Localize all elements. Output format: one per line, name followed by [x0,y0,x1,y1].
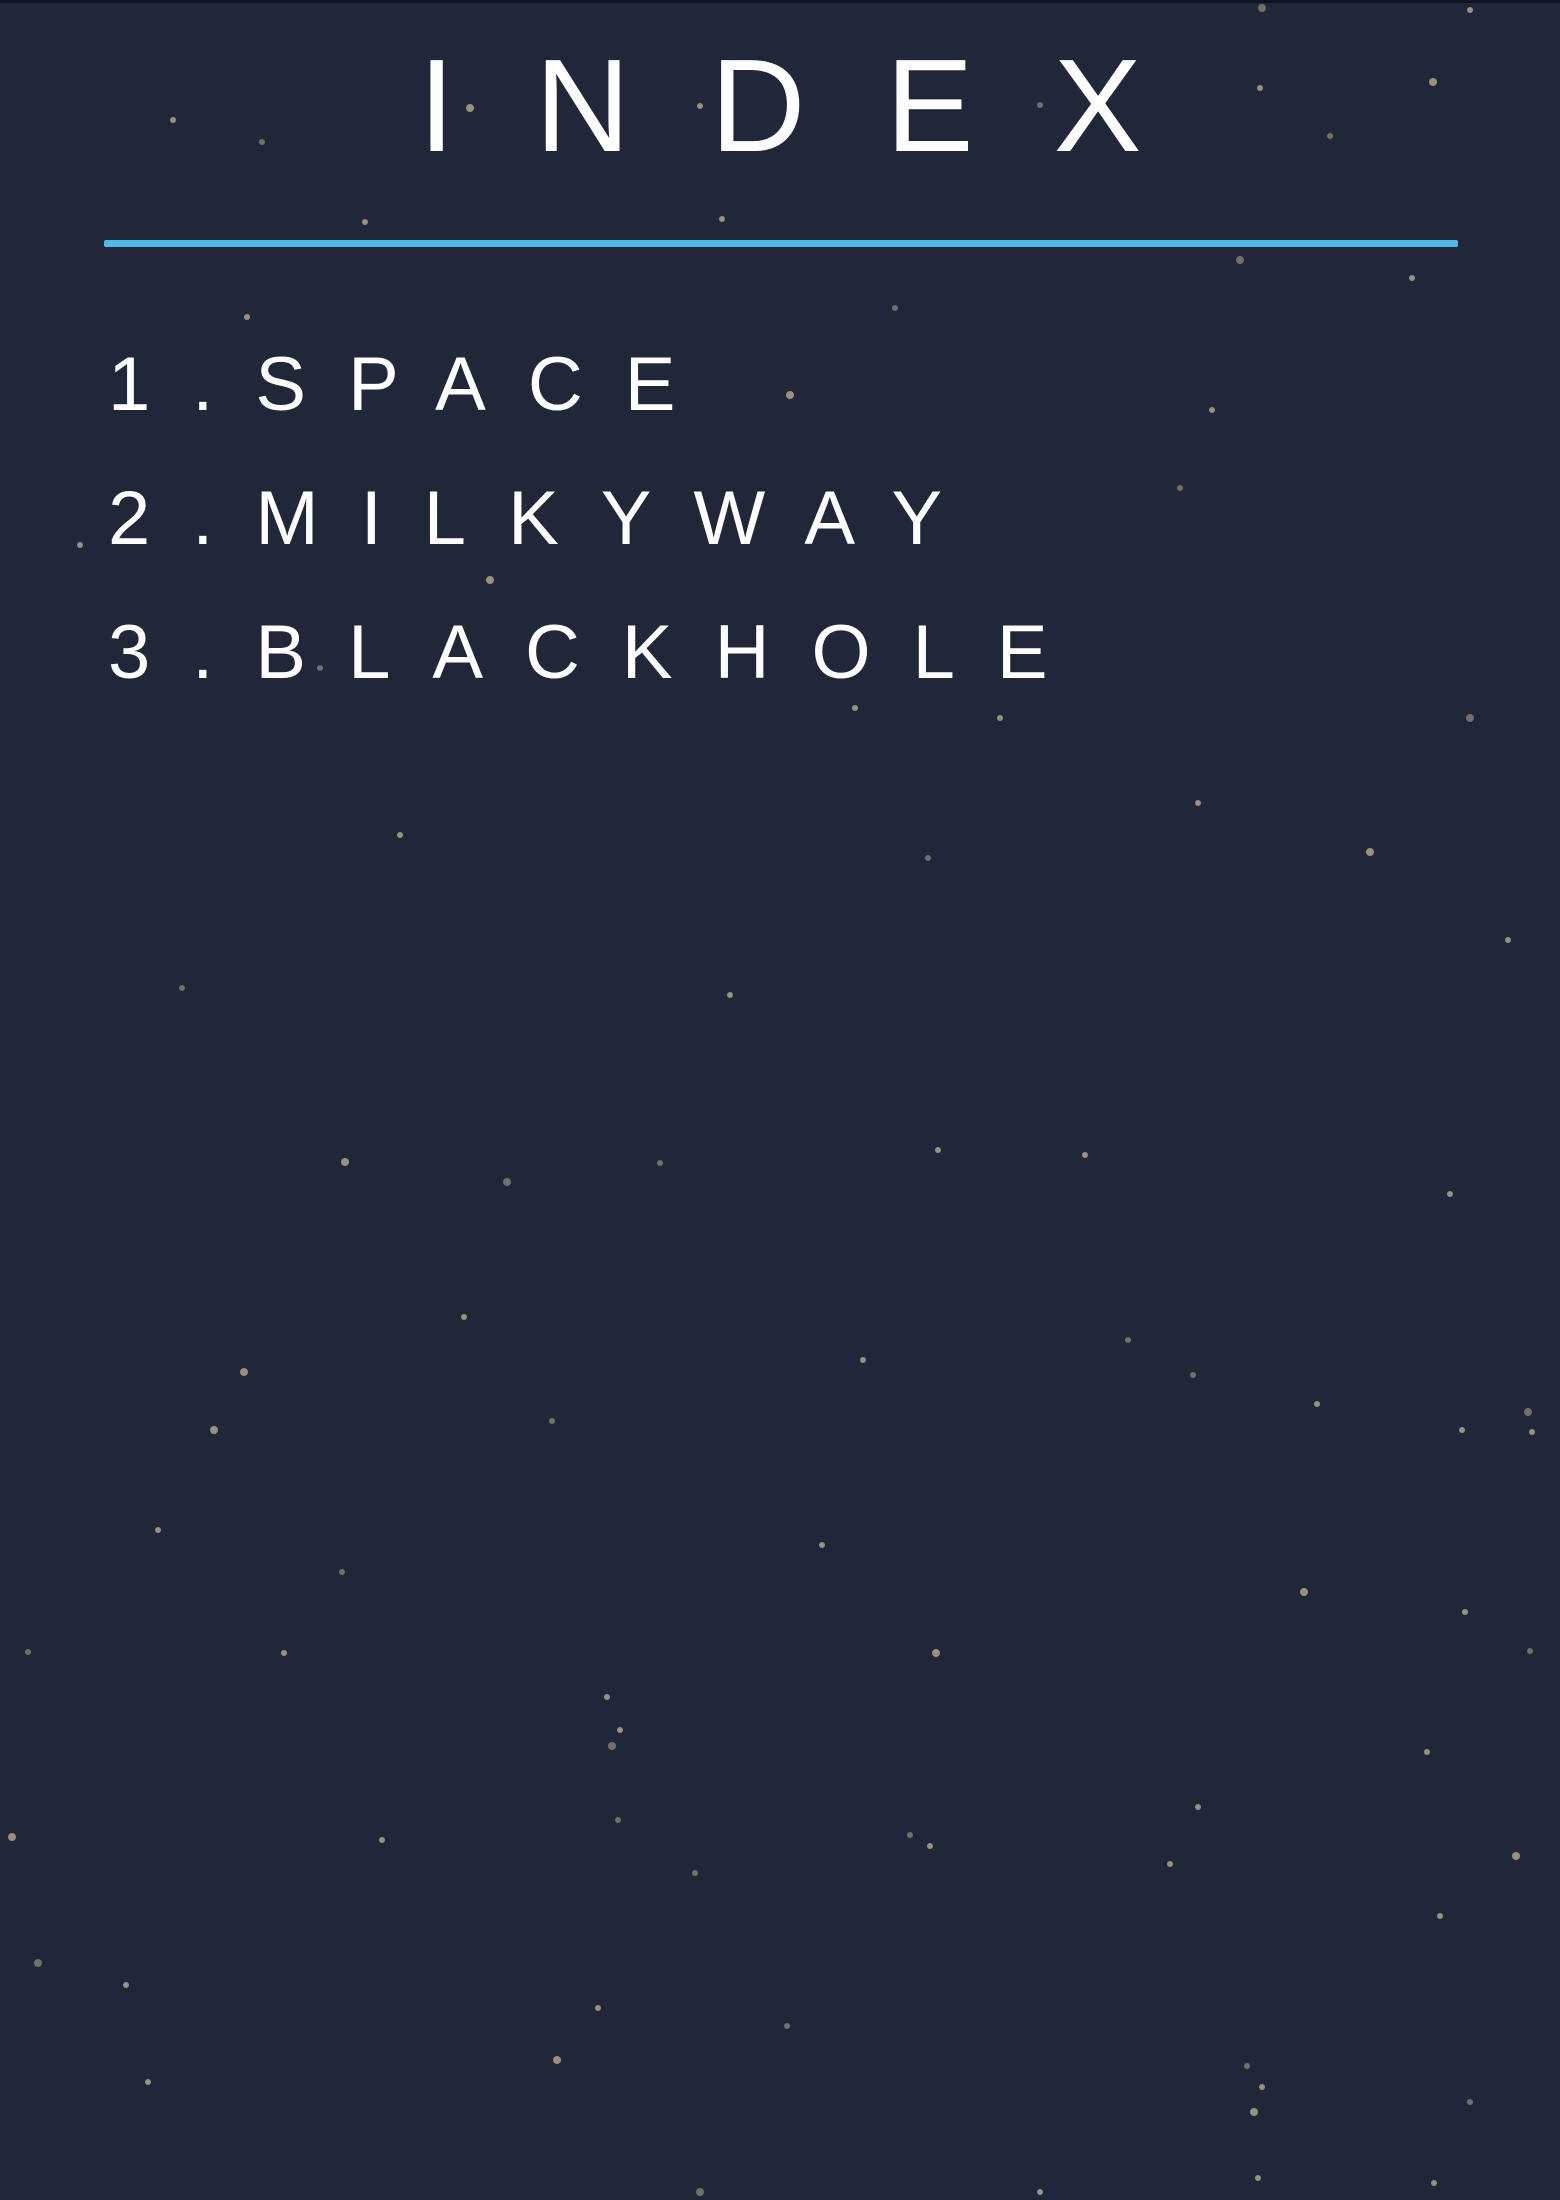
page-title: INDEX [418,32,1222,179]
star-dot [608,1742,616,1750]
star-dot [1459,1427,1465,1433]
index-page: INDEX 1.SPACE 2.MILKYWAY 3.BLACKHOLE [0,0,1560,2200]
index-item-space[interactable]: 1.SPACE [108,318,1090,452]
star-dot [145,2079,151,2085]
star-dot [549,1418,555,1424]
star-dot [819,1542,825,1548]
star-dot [1037,2189,1043,2195]
star-dot [123,1982,129,1988]
star-dot [1209,407,1215,413]
star-dot [1259,2084,1265,2090]
star-dot [719,216,725,222]
star-dot [1529,1429,1535,1435]
star-dot [1082,1152,1088,1158]
star-dot [892,305,898,311]
star-dot [617,1727,623,1733]
star-dot [503,1178,511,1186]
star-dot [860,1357,866,1363]
star-dot [34,1959,42,1967]
star-dot [1462,1609,1468,1615]
star-dot [1527,1648,1533,1654]
star-dot [935,1147,941,1153]
star-dot [1409,275,1415,281]
star-dot [1190,1372,1196,1378]
star-dot [727,992,733,998]
star-dot [1125,1337,1131,1343]
star-dot [1167,1861,1173,1867]
star-dot [1236,256,1244,264]
star-dot [1255,2175,1261,2181]
index-item-milkyway[interactable]: 2.MILKYWAY [108,452,1090,586]
index-item-blackhole[interactable]: 3.BLACKHOLE [108,586,1090,720]
star-dot [461,1314,467,1320]
star-dot [595,2005,601,2011]
star-dot [784,2023,790,2029]
star-dot [657,1160,663,1166]
index-list: 1.SPACE 2.MILKYWAY 3.BLACKHOLE [108,318,1090,720]
star-dot [1437,1913,1443,1919]
star-dot [339,1569,345,1575]
star-dot [240,1368,248,1376]
star-dot [925,855,931,861]
star-dot [281,1650,287,1656]
star-dot [1300,1588,1308,1596]
star-dot [1195,1804,1201,1810]
star-dot [1244,2063,1250,2069]
star-dot [553,2056,561,2064]
star-dot [1250,2108,1258,2116]
star-dot [1447,1191,1453,1197]
star-dot [1258,4,1266,12]
star-dot [1424,1749,1430,1755]
star-dot [604,1694,610,1700]
star-dot [692,1870,698,1876]
star-dot [77,542,83,548]
star-dot [1466,714,1474,722]
star-dot [615,1817,621,1823]
star-dot [1366,848,1374,856]
star-dot [210,1426,218,1434]
star-dot [1195,800,1201,806]
star-dot [696,2188,704,2196]
star-dot [8,1833,16,1841]
title-divider [104,240,1458,247]
star-dot [1177,485,1183,491]
star-dot [362,219,368,225]
star-dot [1314,1401,1320,1407]
star-dot [1467,2099,1473,2105]
star-dot [1512,1852,1520,1860]
star-dot [155,1527,161,1533]
star-dot [1467,7,1473,13]
star-dot [1524,1408,1532,1416]
star-dot [179,985,185,991]
star-dot [341,1158,349,1166]
star-dot [1431,2180,1437,2186]
star-dot [1505,937,1511,943]
star-dot [932,1649,940,1657]
star-dot [379,1837,385,1843]
star-dot [907,1832,913,1838]
star-dot [25,1649,31,1655]
star-dot [927,1843,933,1849]
star-dot [397,832,403,838]
